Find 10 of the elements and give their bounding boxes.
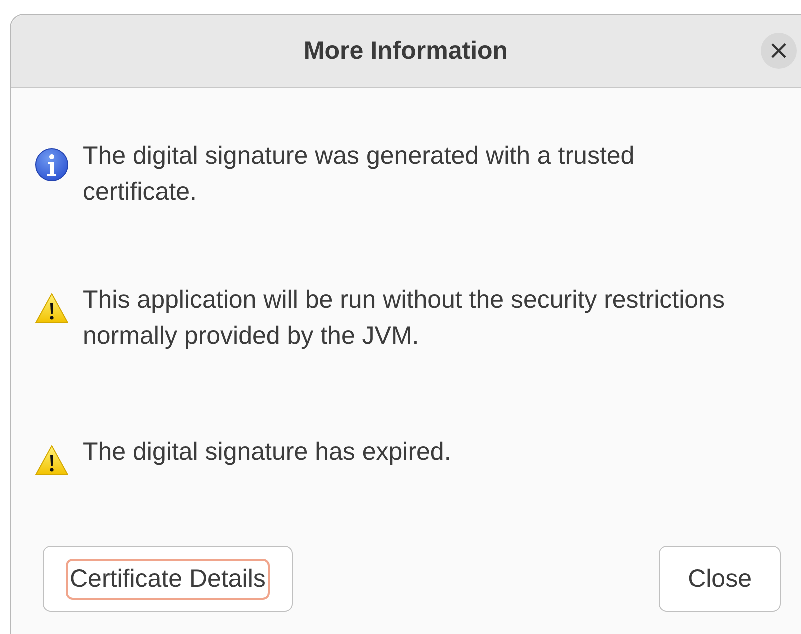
close-button[interactable]: ×	[761, 33, 797, 69]
certificate-details-button[interactable]: Certificate Details	[43, 546, 293, 612]
message-text: The digital signature was generated with a trusted certificate.	[83, 141, 636, 208]
warning-icon	[35, 444, 69, 478]
warning-icon	[35, 292, 69, 326]
message-text: The digital signature has expired.	[83, 437, 452, 468]
window-title: More Information	[304, 36, 508, 66]
info-icon	[35, 148, 69, 182]
dialog-button[interactable]: Close	[659, 546, 781, 612]
message-text: This application will be run without the security restrictions normally provided by the JVM.	[83, 285, 726, 352]
